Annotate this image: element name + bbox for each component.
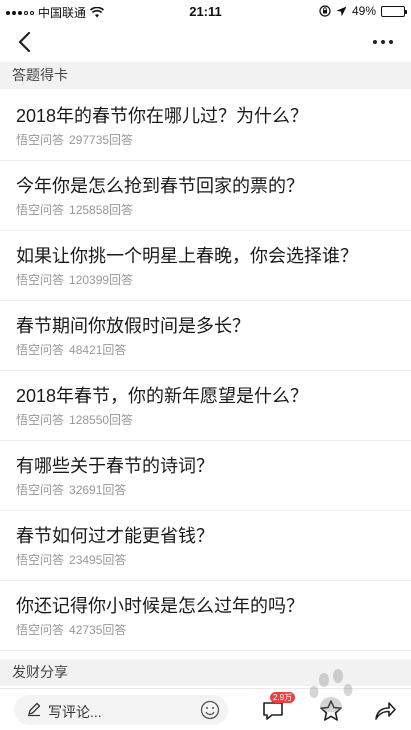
location-arrow-icon — [336, 6, 347, 16]
battery-percent: 49% — [351, 4, 376, 18]
question-title: 2018年春节，你的新年愿望是什么？ — [16, 386, 309, 406]
question-item-8[interactable]: 你还记得你小时候是怎么过年的吗？ 悟空问答 42735回答 — [0, 581, 411, 651]
question-title: 春节如何过才能更省钱？ — [16, 526, 214, 546]
answer-count: 128550回答 — [69, 413, 134, 427]
question-source: 悟空问答 — [16, 413, 65, 427]
question-item-4[interactable]: 春节期间你放假时间是多长？ 悟空问答 48421回答 — [0, 301, 411, 371]
bottom-bar: 写评论... 2.9万 — [0, 688, 411, 730]
question-source: 悟空问答 — [16, 343, 65, 357]
question-title: 今年你是怎么抢到春节回家的票的？ — [16, 176, 304, 196]
battery-icon — [381, 5, 407, 17]
question-meta: 悟空问答 297735回答 — [16, 133, 395, 147]
question-title: 如果让你挑一个明星上春晚，你会选择谁？ — [16, 246, 358, 266]
answer-count: 297735回答 — [69, 133, 134, 147]
question-title: 你还记得你小时候是怎么过年的吗？ — [16, 596, 304, 616]
question-source: 悟空问答 — [16, 623, 65, 637]
question-title: 春节期间你放假时间是多长？ — [16, 316, 250, 336]
question-meta: 悟空问答 23495回答 — [16, 553, 395, 567]
answer-count: 48421回答 — [69, 343, 127, 357]
question-source: 悟空问答 — [16, 273, 65, 287]
question-source: 悟空问答 — [16, 133, 65, 147]
pencil-icon — [28, 702, 41, 717]
question-meta: 悟空问答 128550回答 — [16, 413, 395, 427]
question-title: 2018年的春节你在哪儿过？为什么？ — [16, 106, 309, 126]
question-meta: 悟空问答 42735回答 — [16, 623, 395, 637]
question-meta: 悟空问答 48421回答 — [16, 343, 395, 357]
answer-count: 32691回答 — [69, 483, 127, 497]
question-source: 悟空问答 — [16, 483, 65, 497]
comment-placeholder: 写评论... — [48, 704, 102, 720]
question-meta: 悟空问答 32691回答 — [16, 483, 395, 497]
question-item-3[interactable]: 如果让你挑一个明星上春晚，你会选择谁？ 悟空问答 120399回答 — [0, 231, 411, 301]
nav-bar — [0, 22, 411, 62]
comment-input[interactable]: 写评论... — [14, 695, 228, 725]
question-title: 有哪些关于春节的诗词？ — [16, 456, 214, 476]
section-header-answer-cards: 答题得卡 — [0, 62, 411, 89]
answer-count: 42735回答 — [69, 623, 127, 637]
question-list: 2018年的春节你在哪儿过？为什么？ 悟空问答 297735回答 今年你是怎么抢到… — [0, 91, 411, 651]
question-item-2[interactable]: 今年你是怎么抢到春节回家的票的？ 悟空问答 125858回答 — [0, 161, 411, 231]
orientation-lock-icon — [319, 5, 331, 17]
section-header-fortune-share: 发财分享 — [0, 659, 411, 686]
back-button[interactable] — [10, 26, 42, 58]
question-source: 悟空问答 — [16, 203, 65, 217]
question-source: 悟空问答 — [16, 553, 65, 567]
answer-count: 23495回答 — [69, 553, 127, 567]
answer-count: 125858回答 — [69, 203, 134, 217]
app-screen: 中国联通 21:11 49% 答题得卡 2018年的春节你在哪儿过？为什么？ 悟… — [0, 0, 411, 730]
smiley-icon[interactable] — [200, 700, 220, 720]
share-arrow-icon[interactable] — [372, 698, 398, 724]
status-right: 49% — [319, 4, 407, 18]
question-item-6[interactable]: 有哪些关于春节的诗词？ 悟空问答 32691回答 — [0, 441, 411, 511]
question-item-1[interactable]: 2018年的春节你在哪儿过？为什么？ 悟空问答 297735回答 — [0, 91, 411, 161]
question-item-5[interactable]: 2018年春节，你的新年愿望是什么？ 悟空问答 128550回答 — [0, 371, 411, 441]
chevron-left-icon — [18, 31, 31, 53]
more-dots-icon — [373, 40, 377, 44]
more-button[interactable] — [367, 26, 399, 58]
answer-count: 120399回答 — [69, 273, 134, 287]
star-icon[interactable] — [318, 698, 344, 724]
status-bar: 中国联通 21:11 49% — [0, 0, 411, 22]
question-meta: 悟空问答 120399回答 — [16, 273, 395, 287]
question-meta: 悟空问答 125858回答 — [16, 203, 395, 217]
comment-count-badge: 2.9万 — [270, 692, 296, 703]
question-item-7[interactable]: 春节如何过才能更省钱？ 悟空问答 23495回答 — [0, 511, 411, 581]
